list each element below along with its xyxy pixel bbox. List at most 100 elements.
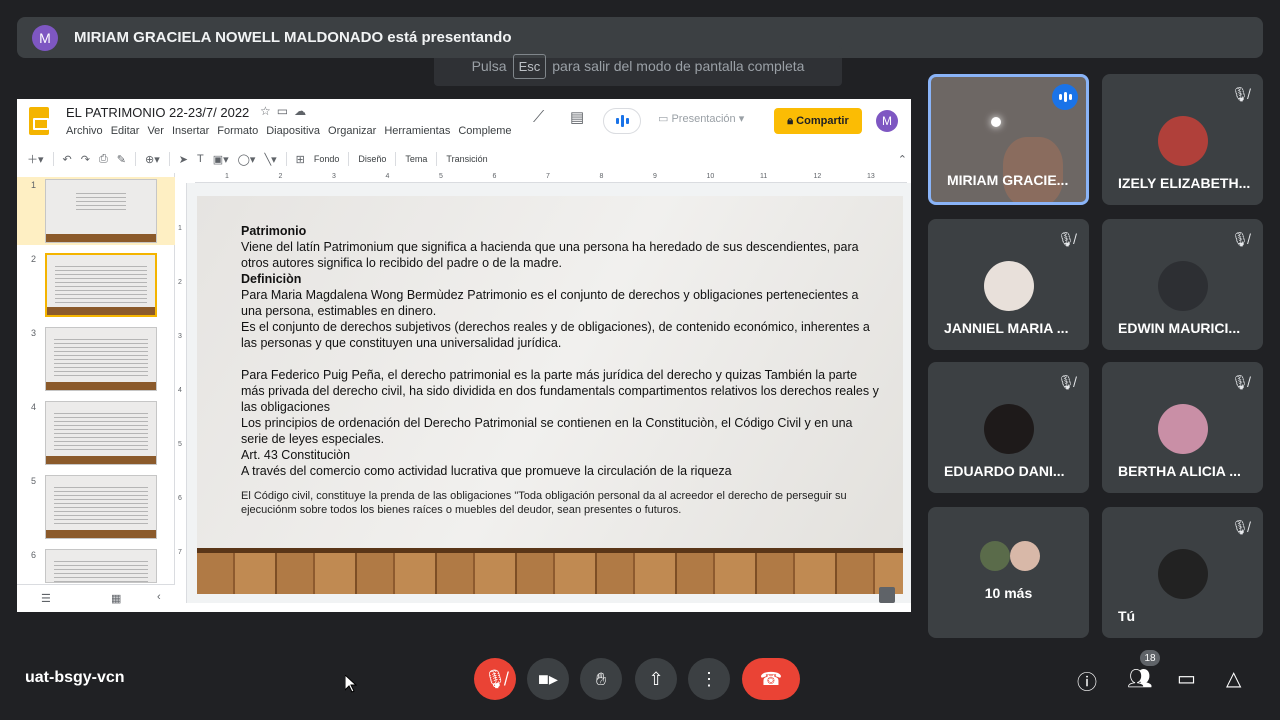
account-avatar[interactable]: M — [876, 110, 898, 132]
print-icon[interactable]: ⎙ — [99, 153, 108, 166]
participant-tile[interactable]: MIRIAM GRACIE... — [928, 74, 1089, 205]
raise-hand-button[interactable]: ✋︎ — [580, 658, 622, 700]
image-icon[interactable]: ▣▾ — [213, 153, 229, 166]
select-icon[interactable]: ➤ — [179, 153, 188, 166]
collapse-panel-icon[interactable]: ‹ — [157, 591, 161, 603]
menu-ver[interactable]: Ver — [147, 125, 164, 137]
hand-icon: ✋︎ — [595, 668, 607, 689]
ruler-tick: 3 — [332, 173, 336, 180]
meeting-info-icon[interactable]: ⓘ — [1077, 666, 1097, 695]
camera-toggle-button[interactable]: ■▸ — [527, 658, 569, 700]
slide-number: 2 — [31, 254, 37, 264]
redo-icon[interactable]: ↷ — [81, 153, 90, 166]
collapse-toolbar-icon[interactable]: ⌃ — [898, 153, 907, 166]
doc-title[interactable]: EL PATRIMONIO 22-23/7/ 2022 — [66, 105, 249, 120]
share-label: Compartir — [796, 115, 849, 127]
present-button[interactable]: ▭ Presentación ▾ — [658, 112, 744, 125]
ruler-tick: 7 — [546, 173, 550, 180]
participant-name: EDWIN MAURICI... — [1118, 320, 1241, 336]
folder-icon[interactable]: ▭ — [277, 104, 294, 118]
self-tile[interactable]: 🎙︎̸ Tú — [1102, 507, 1263, 638]
participant-tile[interactable]: 🎙︎̸ JANNIEL MARIA ... — [928, 219, 1089, 350]
participant-name: MIRIAM GRACIE... — [947, 172, 1069, 188]
mic-toggle-button[interactable]: 🎙︎̸ — [474, 658, 516, 700]
slide-thumbnail[interactable] — [45, 475, 157, 539]
meet-call-button[interactable] — [603, 108, 641, 134]
grid-view-icon[interactable]: ▦ — [111, 592, 121, 605]
ruler-tick: 12 — [813, 173, 822, 180]
mic-off-icon: 🎙︎̸ — [1231, 519, 1249, 535]
participant-tile[interactable]: 🎙︎̸ IZELY ELIZABETH... — [1102, 74, 1263, 205]
transition-button[interactable]: Transición — [446, 154, 487, 164]
menu-insertar[interactable]: Insertar — [172, 125, 209, 137]
slide-paragraph: Es el conjunto de derechos subjetivos (d… — [241, 320, 870, 350]
slide-heading-patrimonio: Patrimonio — [241, 224, 307, 238]
participant-tile[interactable]: 🎙︎̸ BERTHA ALICIA ... — [1102, 362, 1263, 493]
filmstrip-footer: ☰ ▦ ‹ — [17, 584, 175, 612]
menu-herramientas[interactable]: Herramientas — [384, 125, 450, 137]
slide-number: 4 — [31, 402, 37, 412]
menu-complementos[interactable]: Compleme — [458, 125, 511, 137]
shape-icon[interactable]: ◯▾ — [238, 153, 256, 166]
current-slide[interactable]: Patrimonio Viene del latín Patrimonium q… — [197, 196, 903, 594]
participant-name: BERTHA ALICIA ... — [1118, 463, 1241, 479]
slide-thumbnail[interactable] — [45, 253, 157, 317]
participant-tile[interactable]: 🎙︎̸ EDWIN MAURICI... — [1102, 219, 1263, 350]
slide-paragraph: Viene del latín Patrimonium que signific… — [241, 240, 859, 270]
participant-tile[interactable]: 🎙︎̸ EDUARDO DANI... — [928, 362, 1089, 493]
more-participants-tile[interactable]: 10 más — [928, 507, 1089, 638]
add-comment-icon[interactable]: ⊞ — [296, 153, 305, 166]
menu-archivo[interactable]: Archivo — [66, 125, 103, 137]
ruler-tick: 6 — [492, 173, 497, 180]
background-button[interactable]: Fondo — [314, 154, 340, 164]
activities-icon[interactable]: △ — [1226, 666, 1241, 691]
chat-icon[interactable]: ▭ — [1177, 666, 1196, 691]
ruler-tick: 2 — [178, 279, 182, 286]
textbox-icon[interactable]: T — [197, 153, 204, 165]
menu-bar: Archivo Editar Ver Insertar Formato Diap… — [66, 125, 512, 137]
participant-avatar — [984, 404, 1034, 454]
camera-icon: ■▸ — [538, 668, 558, 689]
slide-paragraph: Art. 43 Constituciòn — [241, 448, 351, 462]
present-screen-button[interactable]: ⇧ — [635, 658, 677, 700]
more-vert-icon: ⋮ — [700, 668, 718, 689]
list-view-icon[interactable]: ☰ — [41, 592, 51, 605]
menu-editar[interactable]: Editar — [111, 125, 140, 137]
undo-icon[interactable]: ↶ — [63, 153, 72, 166]
people-icon[interactable]: 👥︎ — [1127, 666, 1152, 691]
cloud-icon[interactable]: ☁ — [294, 104, 312, 118]
explore-icon[interactable] — [879, 587, 895, 603]
layout-button[interactable]: Diseño — [358, 154, 386, 164]
activity-trend-icon[interactable]: ⟋ — [533, 109, 544, 127]
zoom-icon[interactable]: ⊕▾ — [145, 153, 160, 166]
participant-avatar — [1158, 261, 1208, 311]
presenter-avatar: M — [32, 24, 58, 51]
ruler-tick: 9 — [653, 173, 657, 180]
mic-off-icon: 🎙︎̸ — [1231, 374, 1249, 390]
share-button[interactable]: 🔒︎ Compartir — [774, 108, 862, 134]
menu-formato[interactable]: Formato — [217, 125, 258, 137]
slide-thumbnail[interactable] — [45, 179, 157, 243]
star-icon[interactable]: ☆ — [260, 104, 277, 118]
menu-diapositiva[interactable]: Diapositiva — [266, 125, 320, 137]
leave-call-button[interactable]: ☎︎ — [742, 658, 800, 700]
mic-off-icon: 🎙︎̸ — [483, 668, 507, 689]
hint-prefix: Pulsa — [471, 58, 507, 74]
new-slide-icon[interactable]: ＋▾ — [27, 151, 44, 167]
lock-icon: 🔒︎ — [787, 114, 794, 127]
menu-organizar[interactable]: Organizar — [328, 125, 376, 137]
horizontal-ruler: 1 2 3 4 5 6 7 8 9 10 11 12 13 — [195, 173, 907, 183]
ruler-tick: 10 — [706, 173, 715, 180]
slide-thumbnail[interactable] — [45, 401, 157, 465]
slide-thumbnail[interactable] — [45, 549, 157, 583]
slide-thumbnail[interactable] — [45, 327, 157, 391]
theme-button[interactable]: Tema — [405, 154, 427, 164]
meeting-code: uat-bsgy-vcn — [25, 669, 125, 686]
comment-icon[interactable]: ▤ — [570, 108, 584, 126]
paint-format-icon[interactable]: ✎ — [117, 153, 126, 166]
more-count: 10 más — [984, 585, 1033, 601]
more-options-button[interactable]: ⋮ — [688, 658, 730, 700]
slide-paragraph: Para Federico Puig Peña, el derecho patr… — [241, 368, 879, 414]
slide-text-box[interactable]: Patrimonio Viene del latín Patrimonium q… — [241, 223, 881, 517]
line-icon[interactable]: ╲▾ — [264, 153, 276, 166]
